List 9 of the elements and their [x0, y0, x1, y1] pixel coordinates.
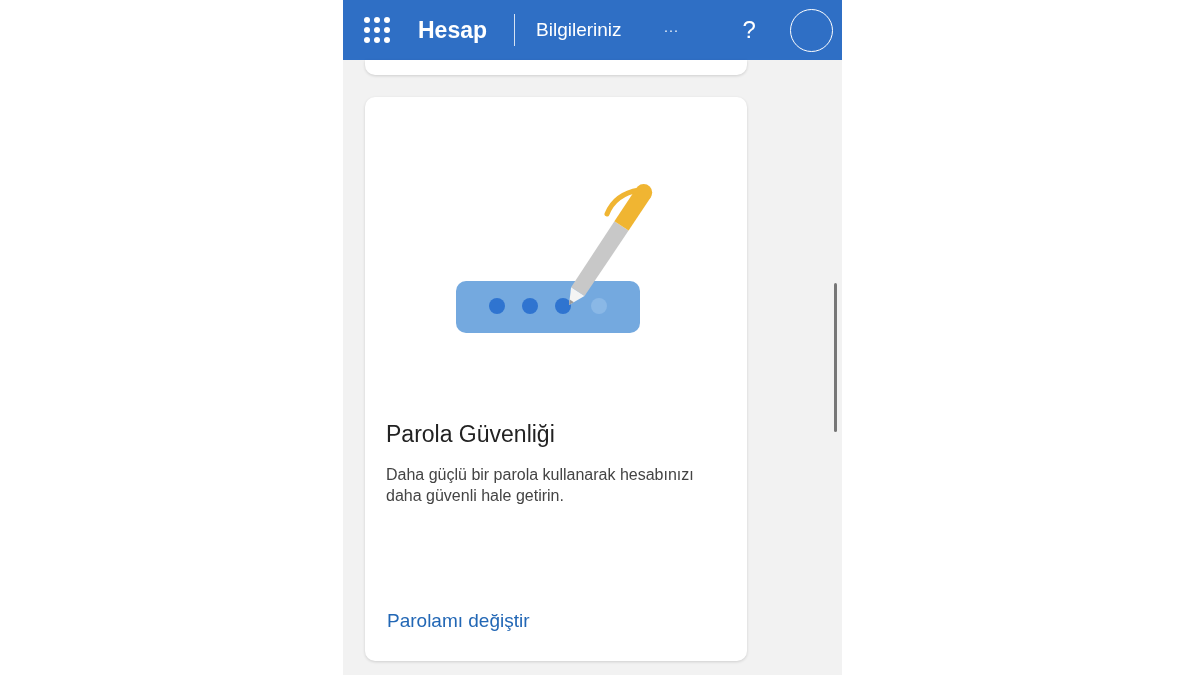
- scrollbar-thumb[interactable]: [834, 283, 837, 432]
- app-title: Hesap: [418, 15, 488, 45]
- help-button[interactable]: ?: [742, 12, 756, 48]
- more-button[interactable]: ···: [663, 18, 679, 42]
- change-password-link[interactable]: Parolamı değiştir: [387, 606, 726, 635]
- app-launcher-icon[interactable]: [364, 17, 390, 43]
- card-description: Daha güçlü bir parola kullanarak hesabınızı daha güvenli hale getirin.: [386, 464, 695, 506]
- card-title: Parola Güvenliği: [386, 420, 556, 449]
- section-title: Bilgileriniz: [536, 17, 622, 42]
